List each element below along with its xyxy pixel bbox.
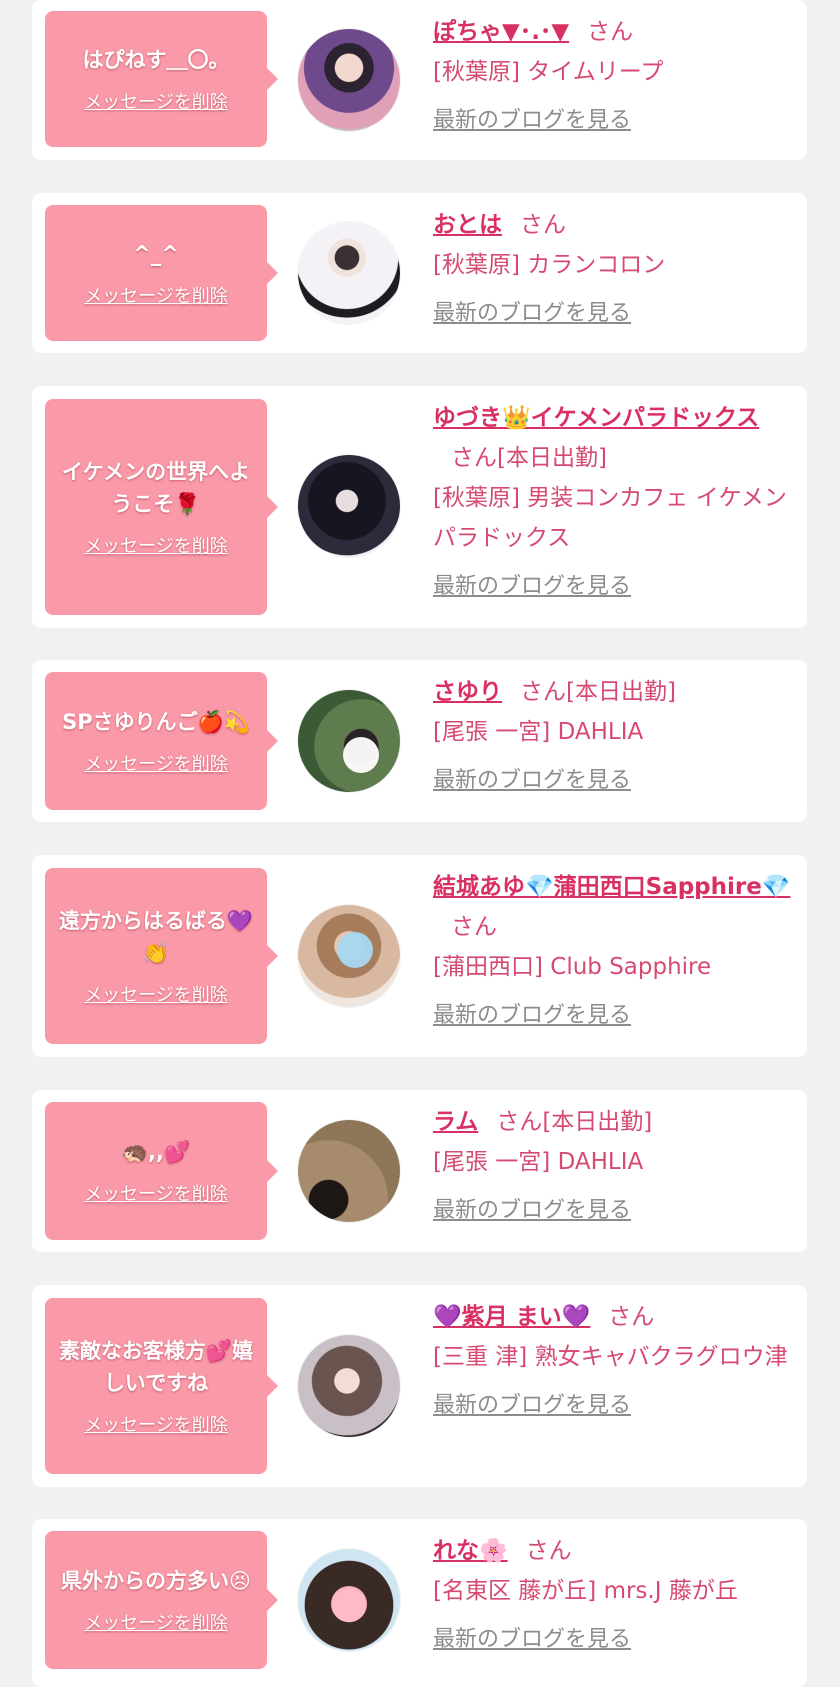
avatar[interactable] — [298, 1549, 400, 1651]
delete-message-link[interactable]: メッセージを削除 — [84, 282, 228, 308]
avatar[interactable] — [298, 222, 400, 324]
view-blog-link[interactable]: 最新のブログを見る — [433, 762, 631, 794]
shop-label: [三重 津] 熟女キャバクラグロウ津 — [433, 1344, 788, 1370]
message-card: 遠方からはるばる💜👏 メッセージを削除 結城あゆ💎蒲田西口Sapphire💎 さん… — [32, 855, 807, 1057]
shop-label: [尾張 一宮] DAHLIA — [433, 1149, 644, 1175]
honorific: さん — [608, 1304, 655, 1330]
face-blur-icon — [330, 1585, 367, 1622]
message-bubble: SPさゆりんご🍎💫 メッセージを削除 — [45, 672, 278, 810]
avatar[interactable] — [298, 1335, 400, 1437]
message-card: 素敵なお客様方💕嬉しいですね メッセージを削除 💜紫月 まい💜 さん [三重 津]… — [32, 1285, 807, 1487]
message-bubble: 県外からの方多い😣 メッセージを削除 — [45, 1531, 278, 1669]
girl-name-link[interactable]: おとは — [433, 212, 502, 238]
shop-label: [秋葉原] カランコロン — [433, 252, 666, 278]
girl-name-link[interactable]: ゆづき👑イケメンパラドックス — [433, 405, 759, 431]
shop-label: [秋葉原] タイムリープ — [433, 59, 664, 85]
avatar[interactable] — [298, 905, 400, 1007]
message-text: SPさゆりんご🍎💫 — [62, 710, 250, 734]
message-text: 遠方からはるばる💜👏 — [58, 909, 254, 965]
honorific: さん — [587, 19, 634, 45]
girl-name-link[interactable]: ぽちゃ▼･.･▼ — [433, 19, 569, 45]
honorific: さん — [520, 212, 566, 238]
message-card: SPさゆりんご🍎💫 メッセージを削除 さゆり さん[本日出勤] [尾張 一宮] D… — [32, 660, 807, 822]
honorific: さん[本日出勤] — [496, 1109, 653, 1135]
girl-name-link[interactable]: 💜紫月 まい💜 — [433, 1304, 590, 1330]
face-blur-icon — [336, 931, 373, 968]
avatar[interactable] — [298, 1120, 400, 1222]
delete-message-link[interactable]: メッセージを削除 — [84, 981, 228, 1007]
view-blog-link[interactable]: 最新のブログを見る — [433, 102, 631, 134]
view-blog-link[interactable]: 最新のブログを見る — [433, 1192, 631, 1224]
delete-message-link[interactable]: メッセージを削除 — [84, 1180, 228, 1206]
message-bubble: ^_^ メッセージを削除 — [45, 205, 278, 341]
delete-message-link[interactable]: メッセージを削除 — [84, 532, 228, 558]
delete-message-link[interactable]: メッセージを削除 — [84, 1411, 228, 1437]
message-list: はぴねす＿〇。 メッセージを削除 ぽちゃ▼･.･▼ さん [秋葉原] タイムリープ… — [0, 0, 840, 1687]
avatar[interactable] — [298, 29, 400, 131]
message-card: イケメンの世界へようこそ🌹 メッセージを削除 ゆづき👑イケメンパラドックスさん[… — [32, 386, 807, 628]
view-blog-link[interactable]: 最新のブログを見る — [433, 295, 631, 327]
avatar[interactable] — [298, 455, 400, 557]
message-text: イケメンの世界へようこそ🌹 — [61, 460, 251, 516]
shop-label: [蒲田西口] Club Sapphire — [433, 954, 712, 980]
girl-name-link[interactable]: さゆり — [433, 679, 502, 705]
message-card: 県外からの方多い😣 メッセージを削除 れな🌸 さん [名東区 藤が丘] mrs.J… — [32, 1519, 807, 1687]
message-bubble: はぴねす＿〇。 メッセージを削除 — [45, 11, 278, 147]
delete-message-link[interactable]: メッセージを削除 — [84, 88, 228, 114]
girl-name-link[interactable]: ラム — [433, 1109, 478, 1135]
message-text: ^_^ — [133, 242, 179, 266]
message-text: 県外からの方多い😣 — [61, 1569, 251, 1593]
honorific: さん — [525, 1538, 572, 1564]
shop-label: [秋葉原] 男装コンカフェ イケメンパラドックス — [433, 485, 787, 551]
message-text: 🦔,,💕 — [121, 1140, 191, 1164]
shop-label: [尾張 一宮] DAHLIA — [433, 719, 644, 745]
delete-message-link[interactable]: メッセージを削除 — [84, 1609, 228, 1635]
message-text: 素敵なお客様方💕嬉しいですね — [58, 1339, 254, 1395]
message-bubble: イケメンの世界へようこそ🌹 メッセージを削除 — [45, 399, 278, 615]
honorific: さん — [451, 914, 497, 940]
message-bubble: 🦔,,💕 メッセージを削除 — [45, 1102, 278, 1240]
honorific: さん[本日出勤] — [520, 679, 676, 705]
avatar[interactable] — [298, 690, 400, 792]
girl-name-link[interactable]: 結城あゆ💎蒲田西口Sapphire💎 — [433, 874, 791, 900]
shop-label: [名東区 藤が丘] mrs.J 藤が丘 — [433, 1578, 738, 1604]
view-blog-link[interactable]: 最新のブログを見る — [433, 997, 631, 1029]
message-card: ^_^ メッセージを削除 おとは さん [秋葉原] カランコロン 最新のブログを見… — [32, 193, 807, 353]
view-blog-link[interactable]: 最新のブログを見る — [433, 568, 631, 600]
view-blog-link[interactable]: 最新のブログを見る — [433, 1387, 631, 1419]
girl-name-link[interactable]: れな🌸 — [433, 1538, 508, 1564]
message-bubble: 遠方からはるばる💜👏 メッセージを削除 — [45, 868, 278, 1044]
honorific: さん[本日出勤] — [451, 445, 607, 471]
view-blog-link[interactable]: 最新のブログを見る — [433, 1621, 631, 1653]
message-card: 🦔,,💕 メッセージを削除 ラム さん[本日出勤] [尾張 一宮] DAHLIA … — [32, 1090, 807, 1252]
delete-message-link[interactable]: メッセージを削除 — [84, 750, 228, 776]
message-card: はぴねす＿〇。 メッセージを削除 ぽちゃ▼･.･▼ さん [秋葉原] タイムリープ… — [32, 0, 807, 160]
message-bubble: 素敵なお客様方💕嬉しいですね メッセージを削除 — [45, 1298, 278, 1474]
message-text: はぴねす＿〇。 — [82, 48, 230, 72]
face-blur-icon — [342, 736, 379, 773]
